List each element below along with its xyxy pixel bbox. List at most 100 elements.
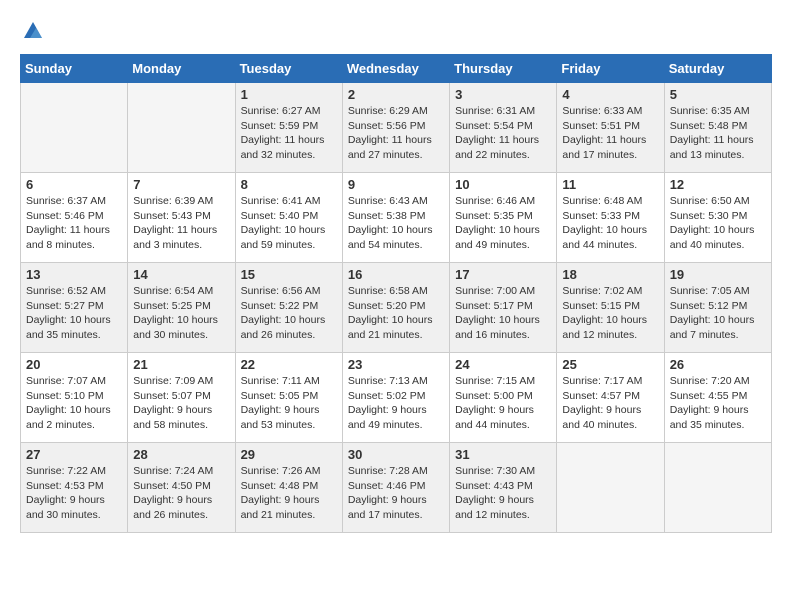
calendar-cell: 10 Sunrise: 6:46 AM Sunset: 5:35 PM Dayli… [450,173,557,263]
day-info: Sunrise: 7:09 AM Sunset: 5:07 PM Dayligh… [133,374,229,433]
calendar-table: SundayMondayTuesdayWednesdayThursdayFrid… [20,54,772,533]
logo-icon [22,20,44,42]
day-number: 15 [241,267,337,282]
day-number: 17 [455,267,551,282]
day-info: Sunrise: 6:48 AM Sunset: 5:33 PM Dayligh… [562,194,658,253]
calendar-cell: 17 Sunrise: 7:00 AM Sunset: 5:17 PM Dayli… [450,263,557,353]
calendar-cell [664,443,771,533]
day-info: Sunrise: 6:54 AM Sunset: 5:25 PM Dayligh… [133,284,229,343]
day-info: Sunrise: 6:56 AM Sunset: 5:22 PM Dayligh… [241,284,337,343]
calendar-cell: 7 Sunrise: 6:39 AM Sunset: 5:43 PM Daylig… [128,173,235,263]
day-number: 13 [26,267,122,282]
day-info: Sunrise: 7:00 AM Sunset: 5:17 PM Dayligh… [455,284,551,343]
calendar-cell: 1Sunrise: 6:27 AM Sunset: 5:59 PM Daylig… [235,83,342,173]
day-info: Sunrise: 6:41 AM Sunset: 5:40 PM Dayligh… [241,194,337,253]
day-info: Sunrise: 6:46 AM Sunset: 5:35 PM Dayligh… [455,194,551,253]
calendar-header-row: SundayMondayTuesdayWednesdayThursdayFrid… [21,55,772,83]
page-header [20,20,772,38]
weekday-header-sunday: Sunday [21,55,128,83]
day-number: 25 [562,357,658,372]
calendar-cell: 11 Sunrise: 6:48 AM Sunset: 5:33 PM Dayli… [557,173,664,263]
day-number: 26 [670,357,766,372]
weekday-header-tuesday: Tuesday [235,55,342,83]
calendar-cell: 12 Sunrise: 6:50 AM Sunset: 5:30 PM Dayli… [664,173,771,263]
day-info: Sunrise: 6:31 AM Sunset: 5:54 PM Dayligh… [455,104,551,163]
day-info: Sunrise: 6:50 AM Sunset: 5:30 PM Dayligh… [670,194,766,253]
day-info: Sunrise: 7:26 AM Sunset: 4:48 PM Dayligh… [241,464,337,523]
day-info: Sunrise: 7:11 AM Sunset: 5:05 PM Dayligh… [241,374,337,433]
day-number: 23 [348,357,444,372]
day-info: Sunrise: 7:24 AM Sunset: 4:50 PM Dayligh… [133,464,229,523]
calendar-cell: 3 Sunrise: 6:31 AM Sunset: 5:54 PM Daylig… [450,83,557,173]
calendar-cell: 30Sunrise: 7:28 AM Sunset: 4:46 PM Dayli… [342,443,449,533]
day-number: 5 [670,87,766,102]
calendar-cell: 29 Sunrise: 7:26 AM Sunset: 4:48 PM Dayli… [235,443,342,533]
day-info: Sunrise: 6:58 AM Sunset: 5:20 PM Dayligh… [348,284,444,343]
day-number: 11 [562,177,658,192]
day-number: 8 [241,177,337,192]
day-info: Sunrise: 7:17 AM Sunset: 4:57 PM Dayligh… [562,374,658,433]
day-number: 22 [241,357,337,372]
calendar-cell: 25 Sunrise: 7:17 AM Sunset: 4:57 PM Dayli… [557,353,664,443]
calendar-cell: 24Sunrise: 7:15 AM Sunset: 5:00 PM Dayli… [450,353,557,443]
calendar-cell: 5 Sunrise: 6:35 AM Sunset: 5:48 PM Daylig… [664,83,771,173]
day-number: 27 [26,447,122,462]
day-number: 31 [455,447,551,462]
day-number: 2 [348,87,444,102]
day-number: 21 [133,357,229,372]
calendar-week-row: 27Sunrise: 7:22 AM Sunset: 4:53 PM Dayli… [21,443,772,533]
day-info: Sunrise: 6:29 AM Sunset: 5:56 PM Dayligh… [348,104,444,163]
day-number: 6 [26,177,122,192]
day-info: Sunrise: 6:43 AM Sunset: 5:38 PM Dayligh… [348,194,444,253]
calendar-week-row: 1Sunrise: 6:27 AM Sunset: 5:59 PM Daylig… [21,83,772,173]
calendar-cell: 13 Sunrise: 6:52 AM Sunset: 5:27 PM Dayli… [21,263,128,353]
day-info: Sunrise: 7:15 AM Sunset: 5:00 PM Dayligh… [455,374,551,433]
calendar-cell: 16 Sunrise: 6:58 AM Sunset: 5:20 PM Dayli… [342,263,449,353]
weekday-header-wednesday: Wednesday [342,55,449,83]
weekday-header-monday: Monday [128,55,235,83]
day-info: Sunrise: 6:35 AM Sunset: 5:48 PM Dayligh… [670,104,766,163]
calendar-cell [21,83,128,173]
calendar-cell: 4Sunrise: 6:33 AM Sunset: 5:51 PM Daylig… [557,83,664,173]
day-number: 12 [670,177,766,192]
weekday-header-friday: Friday [557,55,664,83]
calendar-cell: 21 Sunrise: 7:09 AM Sunset: 5:07 PM Dayli… [128,353,235,443]
calendar-cell: 2 Sunrise: 6:29 AM Sunset: 5:56 PM Daylig… [342,83,449,173]
calendar-cell: 28 Sunrise: 7:24 AM Sunset: 4:50 PM Dayli… [128,443,235,533]
day-info: Sunrise: 6:39 AM Sunset: 5:43 PM Dayligh… [133,194,229,253]
calendar-cell: 8 Sunrise: 6:41 AM Sunset: 5:40 PM Daylig… [235,173,342,263]
day-number: 18 [562,267,658,282]
calendar-cell: 9 Sunrise: 6:43 AM Sunset: 5:38 PM Daylig… [342,173,449,263]
calendar-cell: 14 Sunrise: 6:54 AM Sunset: 5:25 PM Dayli… [128,263,235,353]
day-number: 28 [133,447,229,462]
day-number: 10 [455,177,551,192]
day-info: Sunrise: 7:30 AM Sunset: 4:43 PM Dayligh… [455,464,551,523]
calendar-cell: 20Sunrise: 7:07 AM Sunset: 5:10 PM Dayli… [21,353,128,443]
calendar-cell: 26 Sunrise: 7:20 AM Sunset: 4:55 PM Dayli… [664,353,771,443]
day-number: 1 [241,87,337,102]
day-number: 14 [133,267,229,282]
day-number: 30 [348,447,444,462]
calendar-cell: 23Sunrise: 7:13 AM Sunset: 5:02 PM Dayli… [342,353,449,443]
day-info: Sunrise: 6:33 AM Sunset: 5:51 PM Dayligh… [562,104,658,163]
day-number: 16 [348,267,444,282]
day-number: 9 [348,177,444,192]
day-info: Sunrise: 7:02 AM Sunset: 5:15 PM Dayligh… [562,284,658,343]
weekday-header-thursday: Thursday [450,55,557,83]
calendar-cell: 27Sunrise: 7:22 AM Sunset: 4:53 PM Dayli… [21,443,128,533]
calendar-cell: 6Sunrise: 6:37 AM Sunset: 5:46 PM Daylig… [21,173,128,263]
calendar-cell: 15 Sunrise: 6:56 AM Sunset: 5:22 PM Dayli… [235,263,342,353]
day-number: 29 [241,447,337,462]
day-number: 7 [133,177,229,192]
calendar-cell [557,443,664,533]
calendar-week-row: 13 Sunrise: 6:52 AM Sunset: 5:27 PM Dayli… [21,263,772,353]
day-info: Sunrise: 7:05 AM Sunset: 5:12 PM Dayligh… [670,284,766,343]
calendar-cell: 31 Sunrise: 7:30 AM Sunset: 4:43 PM Dayli… [450,443,557,533]
calendar-cell [128,83,235,173]
day-number: 3 [455,87,551,102]
weekday-header-saturday: Saturday [664,55,771,83]
calendar-week-row: 20Sunrise: 7:07 AM Sunset: 5:10 PM Dayli… [21,353,772,443]
day-info: Sunrise: 7:20 AM Sunset: 4:55 PM Dayligh… [670,374,766,433]
logo [20,20,46,38]
day-info: Sunrise: 6:52 AM Sunset: 5:27 PM Dayligh… [26,284,122,343]
